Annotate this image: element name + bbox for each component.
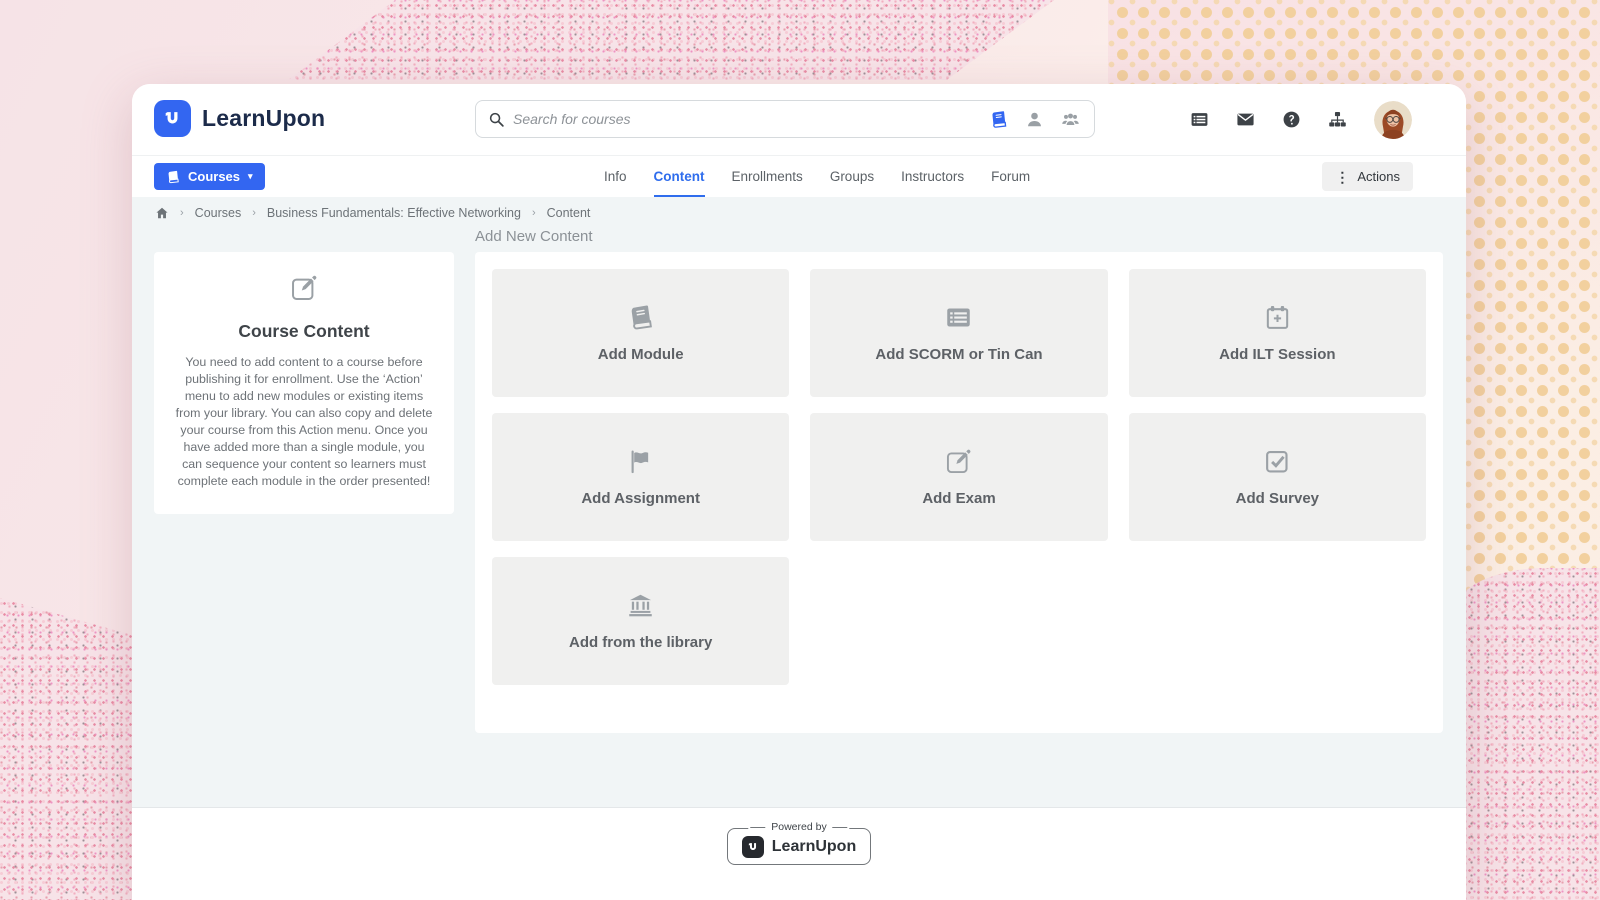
question-circle-icon[interactable]	[1282, 110, 1301, 129]
envelope-icon[interactable]	[1236, 110, 1255, 129]
tile-label: Add Exam	[922, 490, 995, 507]
speckle-bottom-right-decoration	[1456, 568, 1600, 900]
powered-by-label: Powered by	[748, 821, 849, 833]
tab-instructors[interactable]: Instructors	[901, 156, 964, 197]
breadcrumb-courses[interactable]: Courses	[195, 206, 242, 220]
list-alt-icon[interactable]	[1190, 110, 1209, 129]
speckle-bottom-left-decoration	[0, 598, 140, 900]
learnupon-logo-icon	[154, 100, 191, 137]
pencil-square-icon	[290, 274, 318, 302]
powered-by-badge[interactable]: Powered by LearnUpon	[727, 828, 871, 865]
panel-description: You need to add content to a course befo…	[172, 354, 436, 490]
actions-button[interactable]: ⋮ Actions	[1322, 162, 1413, 191]
book-icon	[627, 304, 654, 331]
panel-title: Course Content	[172, 321, 436, 342]
speckle-band-decoration	[288, 0, 1054, 80]
search-input[interactable]	[505, 111, 989, 127]
search-bar	[475, 100, 1095, 138]
brand-name: LearnUpon	[202, 105, 325, 132]
brand[interactable]: LearnUpon	[154, 100, 325, 137]
tab-forum[interactable]: Forum	[991, 156, 1030, 197]
breadcrumb: › Courses › Business Fundamentals: Effec…	[132, 197, 1466, 220]
breadcrumb-content: Content	[547, 206, 591, 220]
tile-label: Add Module	[598, 346, 684, 363]
courses-button-label: Courses	[188, 169, 240, 184]
main-area: › Courses › Business Fundamentals: Effec…	[132, 197, 1466, 808]
add-from-library-tile[interactable]: Add from the library	[492, 557, 789, 685]
tile-label: Add ILT Session	[1219, 346, 1335, 363]
course-content-info-panel: Course Content You need to add content t…	[154, 252, 454, 514]
tab-groups[interactable]: Groups	[830, 156, 874, 197]
list-alt-icon	[945, 304, 972, 331]
courses-dropdown-button[interactable]: Courses ▾	[154, 163, 265, 190]
pencil-square-icon	[945, 448, 972, 475]
search-filters	[989, 110, 1084, 129]
add-ilt-session-tile[interactable]: Add ILT Session	[1129, 269, 1426, 397]
breadcrumb-separator: ›	[180, 207, 184, 219]
tile-label: Add Survey	[1236, 490, 1319, 507]
add-survey-tile[interactable]: Add Survey	[1129, 413, 1426, 541]
breadcrumb-course-name[interactable]: Business Fundamentals: Effective Network…	[267, 206, 521, 220]
add-module-tile[interactable]: Add Module	[492, 269, 789, 397]
section-title: Add New Content	[475, 228, 593, 245]
user-icon[interactable]	[1025, 110, 1044, 129]
tab-enrollments[interactable]: Enrollments	[732, 156, 803, 197]
home-icon[interactable]	[155, 206, 169, 220]
tab-info[interactable]: Info	[604, 156, 627, 197]
add-assignment-tile[interactable]: Add Assignment	[492, 413, 789, 541]
tab-content[interactable]: Content	[654, 156, 705, 197]
breadcrumb-separator: ›	[252, 207, 256, 219]
app-window: LearnUpon	[132, 84, 1466, 900]
footer: Powered by LearnUpon	[132, 807, 1466, 900]
bank-icon	[627, 592, 654, 619]
breadcrumb-separator: ›	[532, 207, 536, 219]
actions-button-label: Actions	[1357, 169, 1400, 184]
header: LearnUpon	[132, 84, 1466, 155]
page: LearnUpon	[0, 0, 1600, 900]
tab-bar: Info Content Enrollments Groups Instruct…	[604, 156, 1030, 197]
tile-label: Add SCORM or Tin Can	[875, 346, 1042, 363]
learnupon-logo-icon	[742, 836, 764, 858]
footer-brand-name: LearnUpon	[772, 838, 856, 856]
add-exam-tile[interactable]: Add Exam	[810, 413, 1107, 541]
flag-icon	[627, 448, 654, 475]
add-content-panel: Add Module Add SCORM or Tin Can Add ILT …	[475, 252, 1443, 733]
course-nav: Courses ▾ Info Content Enrollments Group…	[132, 155, 1466, 198]
tile-label: Add from the library	[569, 634, 712, 651]
check-square-icon	[1264, 448, 1291, 475]
header-icons	[1190, 84, 1412, 155]
sitemap-icon[interactable]	[1328, 110, 1347, 129]
chevron-down-icon: ▾	[248, 172, 253, 181]
book-icon	[166, 170, 180, 184]
add-scorm-tile[interactable]: Add SCORM or Tin Can	[810, 269, 1107, 397]
calendar-plus-icon	[1264, 304, 1291, 331]
users-icon[interactable]	[1061, 110, 1080, 129]
avatar[interactable]	[1374, 101, 1412, 139]
book-icon[interactable]	[989, 110, 1008, 129]
tile-label: Add Assignment	[581, 490, 700, 507]
tile-grid: Add Module Add SCORM or Tin Can Add ILT …	[492, 269, 1426, 685]
search-icon	[488, 111, 505, 128]
ellipsis-v-icon: ⋮	[1335, 170, 1349, 184]
